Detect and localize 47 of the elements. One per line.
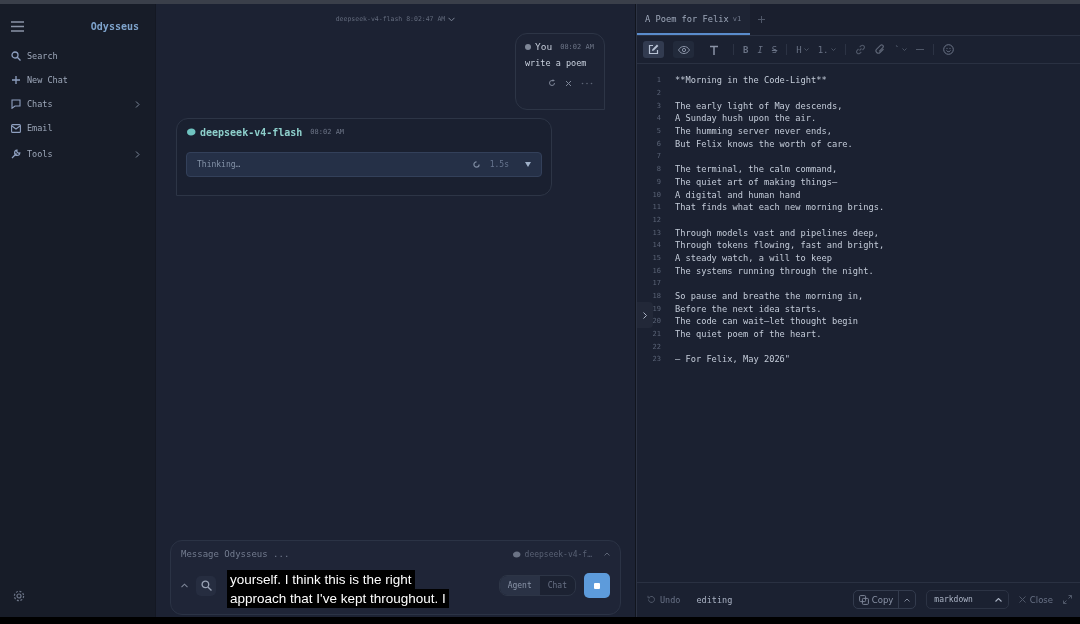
format-button[interactable]: S (771, 44, 778, 55)
subtitle-caption: approach that I've kept throughout. I (227, 589, 449, 608)
sidebar-item[interactable]: Tools (0, 142, 155, 166)
format-dropdown[interactable]: markdown (926, 590, 1009, 609)
format-button[interactable]: B (743, 44, 749, 55)
code-line: Through models vast and pipelines deep, (675, 227, 879, 238)
code-line: — For Felix, May 2026" (675, 354, 791, 365)
code-line: The humming server never ends, (675, 126, 832, 137)
mode-tab[interactable]: Chat (539, 576, 575, 595)
code-line: That finds what each new morning brings. (675, 202, 885, 213)
code-line: Before the next idea starts. (675, 303, 822, 314)
sidebar-item[interactable]: Email (0, 116, 155, 140)
code-line: A Sunday hush upon the air. (675, 113, 817, 124)
thinking-label: Thinking… (197, 160, 241, 169)
app-title: Odysseus (90, 20, 139, 32)
mode-tab[interactable]: Agent (499, 576, 540, 595)
code-line: The early light of May descends, (675, 100, 843, 111)
model-name: deepseek-v4-flash (200, 126, 303, 138)
close-button[interactable]: Close (1018, 594, 1053, 605)
code-line: The terminal, the calm command, (675, 164, 838, 175)
code-line: The quiet poem of the heart. (675, 329, 822, 340)
sidebar-item[interactable]: Chats (0, 92, 155, 116)
undo-button[interactable]: Undo (647, 594, 681, 605)
code-line: The code can wait—let thought begin (675, 316, 859, 327)
code-line: A digital and human hand (675, 189, 801, 200)
thinking-duration: 1.5s (489, 160, 509, 169)
code-line: The quiet art of making things— (675, 176, 838, 187)
subtitle-caption: yourself. I think this is the right (227, 570, 415, 589)
sidebar-item[interactable]: Search (0, 44, 155, 68)
sidebar-item[interactable]: New Chat (0, 68, 155, 92)
format-dropdown[interactable]: 1. (817, 44, 836, 55)
editing-status: editing (696, 594, 733, 605)
model-selector[interactable]: deepseek-v4-f… (524, 549, 592, 559)
author-name: You (535, 41, 553, 52)
format-dropdown[interactable]: H (796, 44, 809, 55)
code-line: A steady watch, a will to keep (675, 252, 832, 263)
message-composer[interactable]: Message Odysseus ... deepseek-v4-f… yourself. I think this is the right approach that I've kept throughout. I Agent Chat (170, 540, 621, 615)
code-line: But Felix knows the worth of care. (675, 138, 853, 149)
code-line: So pause and breathe the morning in, (675, 291, 864, 302)
code-line: The systems running through the night. (675, 265, 874, 276)
format-dropdown[interactable]: ` (894, 44, 907, 55)
code-line: **Morning in the Code-Light** (675, 75, 827, 86)
thinking-bar[interactable]: Thinking… 1.5s (186, 152, 542, 177)
format-button[interactable]: I (757, 44, 763, 55)
message-input[interactable]: Message Odysseus ... (181, 549, 508, 559)
message-text: write a poem (525, 58, 588, 68)
code-line: Through tokens flowing, fast and bright, (675, 240, 885, 251)
